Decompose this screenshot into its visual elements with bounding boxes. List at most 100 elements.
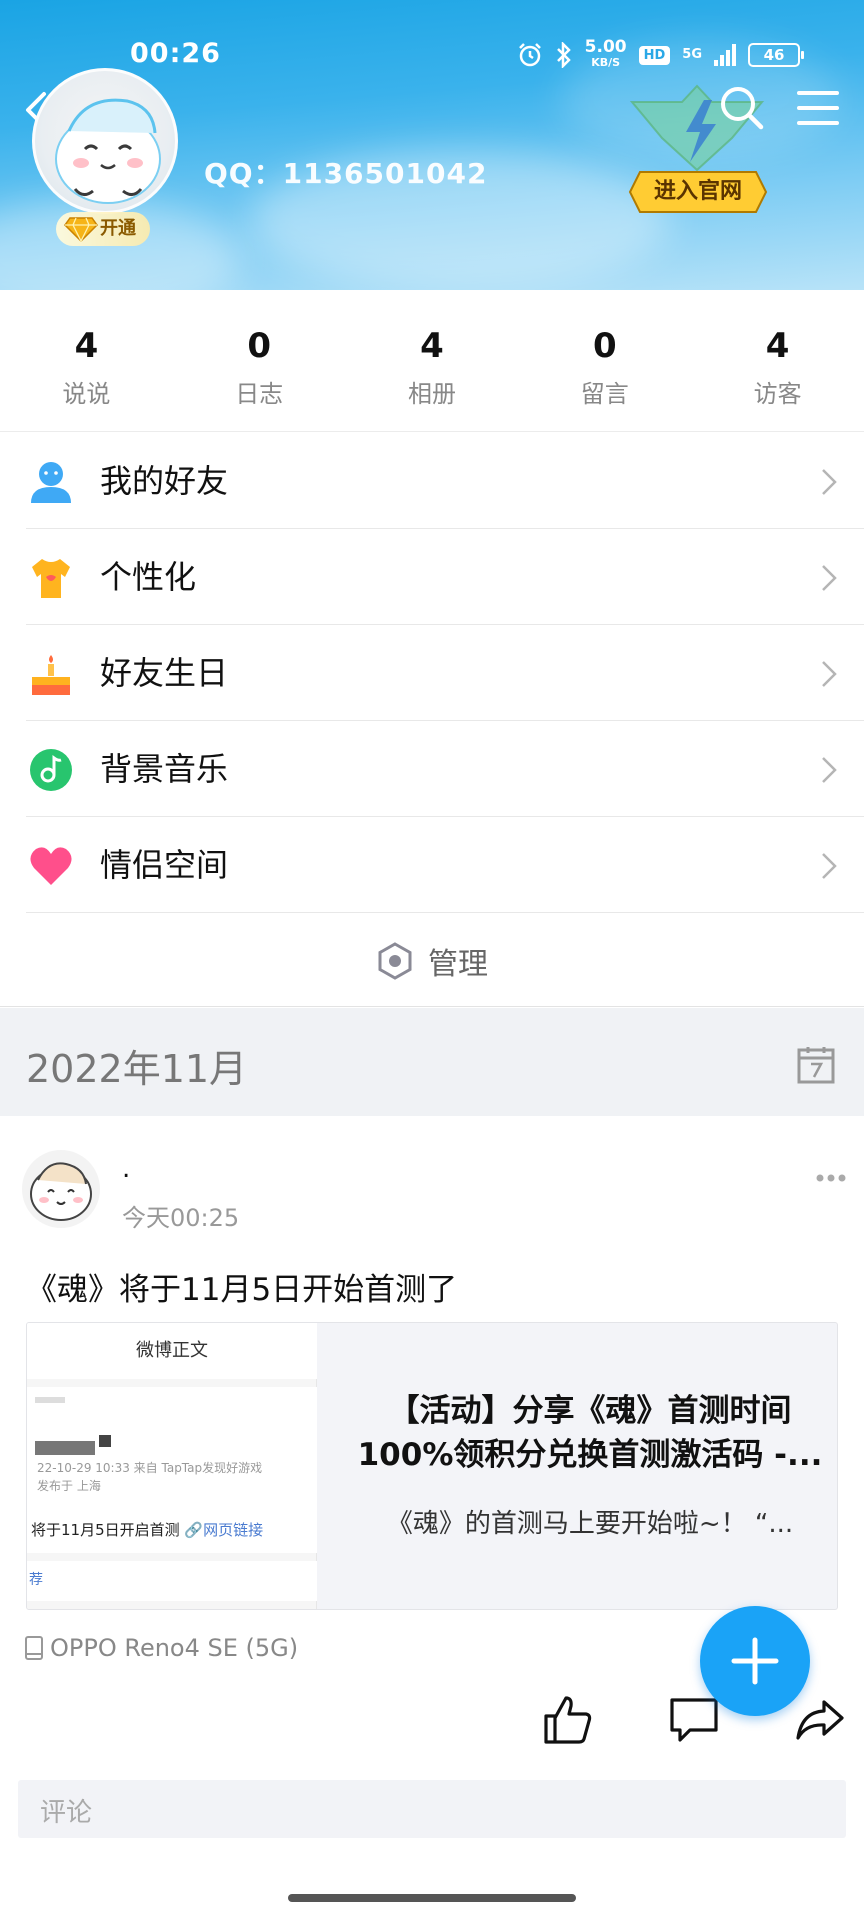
thumbnail-meta-line: 22-10-29 10:33 来自 TapTap发现好游戏 [37, 1461, 263, 1475]
menu-item-friends[interactable]: 我的好友 [0, 433, 864, 529]
menu-item-label: 好友生日 [100, 654, 229, 692]
post-author-name[interactable]: . [122, 1154, 130, 1184]
chevron-right-icon [822, 565, 837, 591]
stat-messages[interactable]: 0 留言 [518, 290, 691, 431]
post-device: OPPO Reno4 SE (5G) [24, 1634, 298, 1662]
thumbnail-text-content: 将于11月5日开启首测 [31, 1521, 180, 1539]
search-icon[interactable] [718, 84, 764, 130]
home-indicator[interactable] [288, 1894, 576, 1902]
post-author-avatar[interactable] [22, 1150, 100, 1228]
blurred-block [99, 1435, 111, 1447]
avatar[interactable] [32, 68, 178, 214]
month-header: 2022年11月 [0, 1008, 864, 1116]
comment-input[interactable]: 评论 [18, 1780, 846, 1838]
shared-link-card[interactable]: 微博正文 22-10-29 10:33 来自 TapTap发现好游戏 发布于 上… [26, 1322, 838, 1610]
link-card-title: 【活动】分享《魂》首测时间 100%领积分兑换首测激活码 -... [345, 1389, 835, 1477]
link-thumbnail: 微博正文 22-10-29 10:33 来自 TapTap发现好游戏 发布于 上… [27, 1323, 317, 1609]
hexagon-settings-icon [378, 942, 412, 980]
menu-item-personalize[interactable]: 个性化 [0, 529, 864, 625]
official-site-label: 进入官网 [653, 179, 742, 204]
diamond-icon [64, 217, 98, 242]
stat-value: 4 [765, 326, 790, 366]
menu-item-birthday[interactable]: 好友生日 [0, 625, 864, 721]
battery-icon: 46 [748, 43, 804, 67]
share-arrow-icon[interactable] [794, 1694, 846, 1746]
thumbnail-meta-line: 发布于 上海 [37, 1479, 101, 1493]
chevron-right-icon [822, 853, 837, 879]
menu-item-couple[interactable]: 情侣空间 [0, 817, 864, 913]
hamburger-menu-icon[interactable] [796, 88, 840, 128]
official-site-button[interactable]: 进入官网 [628, 170, 768, 214]
stat-label: 留言 [580, 380, 629, 408]
vip-open-button[interactable]: 开通 [56, 212, 150, 246]
net-speed: 5.00 KB/S [584, 37, 627, 70]
stat-visitors[interactable]: 4 访客 [691, 290, 864, 431]
birthday-cake-icon [32, 655, 70, 695]
stat-label: 访客 [753, 380, 802, 408]
chevron-right-icon [822, 469, 837, 495]
status-icons: 5.00 KB/S HD 5G 46 [517, 37, 804, 70]
stat-label: 相册 [407, 380, 456, 408]
thumbnail-footer: 荐 [27, 1561, 317, 1601]
profile-header: 00:26 5.00 KB/S HD 5G 46 开通 QQ：113650104… [0, 0, 864, 290]
link-card-title-line: 100%领积分兑换首测激活码 -... [357, 1437, 823, 1473]
stats-row: 4 说说 0 日志 4 相册 0 留言 4 访客 [0, 290, 864, 432]
feed-post: . 今天00:25 《魂》将于11月5日开始首测了 微博正文 22-10-29 … [0, 1116, 864, 1876]
stat-shuoshuo[interactable]: 4 说说 [0, 290, 173, 431]
thumbnail-text: 将于11月5日开启首测 🔗网页链接 [31, 1519, 263, 1540]
stat-value: 0 [247, 326, 272, 366]
comment-bubble-icon[interactable] [668, 1694, 720, 1746]
vip-label: 开通 [100, 218, 136, 239]
signal-icon [714, 44, 736, 66]
chevron-right-icon [822, 757, 837, 783]
link-card-title-line: 【活动】分享《魂》首测时间 [388, 1393, 792, 1429]
month-label: 2022年11月 [26, 1047, 248, 1091]
post-text: 《魂》将于11月5日开始首测了 [26, 1272, 458, 1308]
comment-placeholder: 评论 [40, 1798, 93, 1828]
stat-value: 4 [420, 326, 444, 366]
hd-badge: HD [638, 45, 671, 65]
qq-number: QQ：1136501042 [204, 157, 488, 190]
menu-item-label: 个性化 [100, 558, 197, 596]
menu-item-bgm[interactable]: 背景音乐 [0, 721, 864, 817]
stat-label: 日志 [235, 380, 284, 408]
chevron-right-icon [822, 661, 837, 687]
device-name: OPPO Reno4 SE (5G) [50, 1634, 299, 1662]
stat-album[interactable]: 4 相册 [346, 290, 519, 431]
hamster-avatar-icon [30, 1162, 92, 1221]
blurred-block [35, 1441, 95, 1455]
post-time: 今天00:25 [122, 1204, 240, 1232]
like-thumb-icon[interactable] [542, 1694, 594, 1746]
thumbnail-header: 微博正文 [27, 1323, 317, 1379]
music-note-icon [30, 749, 72, 791]
hamster-avatar-icon [55, 98, 161, 204]
net-speed-value: 5.00 [584, 37, 627, 57]
status-time: 00:26 [130, 38, 221, 69]
stat-blog[interactable]: 0 日志 [173, 290, 346, 431]
manage-button[interactable]: 管理 [0, 913, 864, 1007]
plus-icon [731, 1637, 779, 1685]
tshirt-icon [32, 559, 70, 598]
stat-value: 4 [74, 326, 99, 366]
manage-inner: 管理 [376, 939, 488, 983]
feature-menu: 我的好友 个性化 好友生日 背景音乐 情侣空间 [0, 433, 864, 913]
blurred-block [35, 1397, 65, 1403]
thumbnail-link-label: 网页链接 [203, 1521, 264, 1539]
link-card-subtitle: 《魂》的首测马上要开始啦~！ “... [386, 1509, 794, 1539]
calendar-icon[interactable] [797, 1046, 835, 1084]
menu-item-label: 我的好友 [100, 462, 229, 500]
thumbnail-meta: 22-10-29 10:33 来自 TapTap发现好游戏 发布于 上海 [37, 1459, 262, 1495]
phone-icon [25, 1636, 43, 1660]
menu-item-label: 情侣空间 [100, 846, 229, 884]
net-speed-unit: KB/S [591, 56, 621, 69]
bluetooth-icon [556, 42, 571, 68]
more-options-icon[interactable] [816, 1172, 846, 1184]
network-type: 5G [682, 47, 702, 62]
manage-label: 管理 [428, 947, 488, 982]
add-post-button[interactable] [700, 1606, 810, 1716]
stat-value: 0 [592, 326, 617, 366]
menu-item-label: 背景音乐 [100, 750, 229, 788]
alarm-icon [518, 43, 541, 67]
friend-icon [31, 462, 71, 503]
heart-icon [30, 847, 72, 885]
